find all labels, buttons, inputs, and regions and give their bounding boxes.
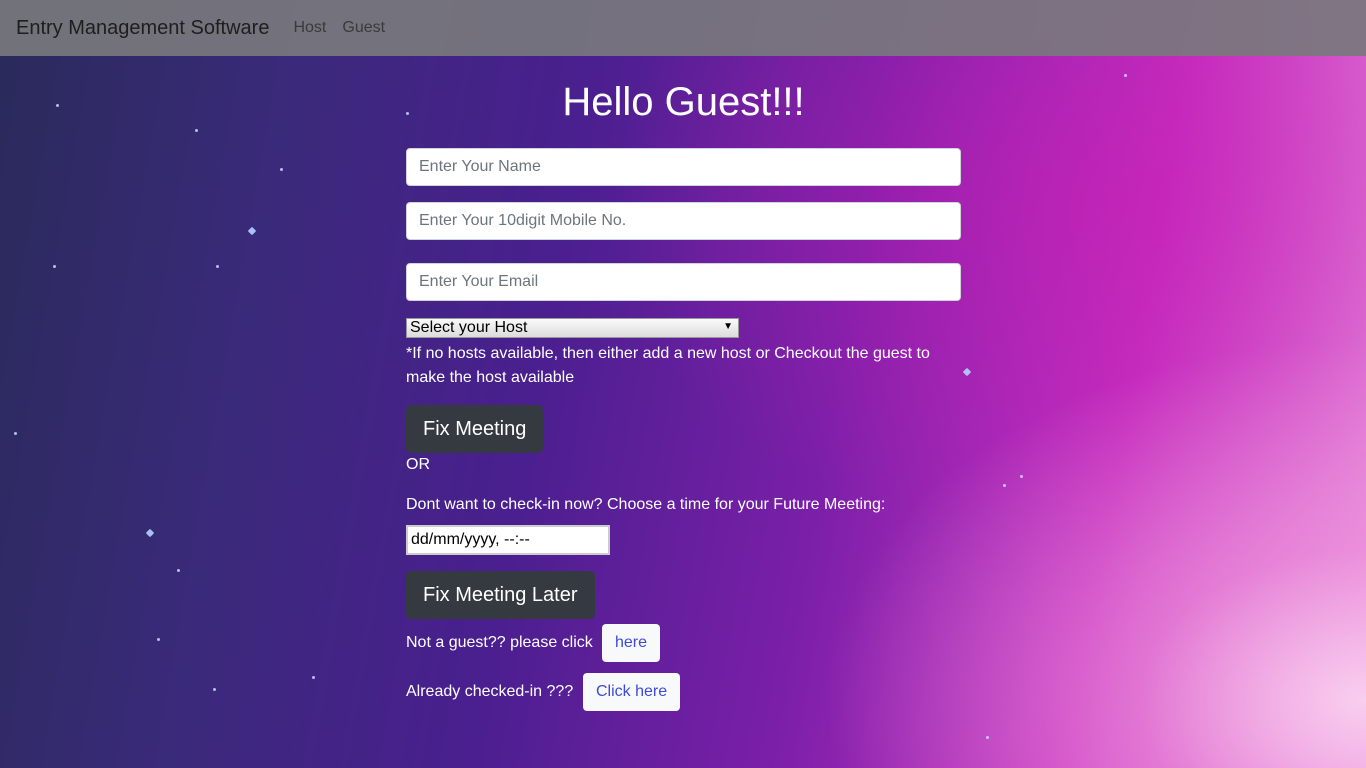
name-input[interactable] <box>406 148 961 186</box>
datetime-value: dd/mm/yyyy, --:-- <box>411 531 530 548</box>
nav-link-host[interactable]: Host <box>293 19 326 37</box>
navbar-brand[interactable]: Entry Management Software <box>16 17 269 40</box>
mobile-input[interactable] <box>406 202 961 240</box>
checked-in-label: Already checked-in ??? <box>406 683 574 700</box>
future-meeting-label: Dont want to check-in now? Choose a time… <box>406 496 886 513</box>
or-label: OR <box>406 456 430 473</box>
not-guest-here-button[interactable]: here <box>602 624 661 662</box>
page-title: Hello Guest!!! <box>562 80 805 124</box>
email-input[interactable] <box>406 263 961 301</box>
chevron-down-icon: ▼ <box>723 321 733 332</box>
top-navbar: Entry Management Software Host Guest <box>0 0 1366 56</box>
meeting-datetime-input[interactable]: dd/mm/yyyy, --:-- <box>406 525 610 555</box>
host-select[interactable]: Select your Host ▼ <box>406 318 739 338</box>
not-guest-label: Not a guest?? please click <box>406 634 593 651</box>
checked-in-click-here-button[interactable]: Click here <box>583 673 681 711</box>
fix-meeting-button[interactable]: Fix Meeting <box>406 405 544 453</box>
host-note: *If no hosts available, then either add … <box>406 345 930 386</box>
host-select-value: Select your Host <box>410 319 528 336</box>
guest-form: Hello Guest!!! Select your Host ▼ *If no… <box>406 56 961 711</box>
nav-link-guest[interactable]: Guest <box>342 19 385 37</box>
fix-meeting-later-button[interactable]: Fix Meeting Later <box>406 571 595 619</box>
